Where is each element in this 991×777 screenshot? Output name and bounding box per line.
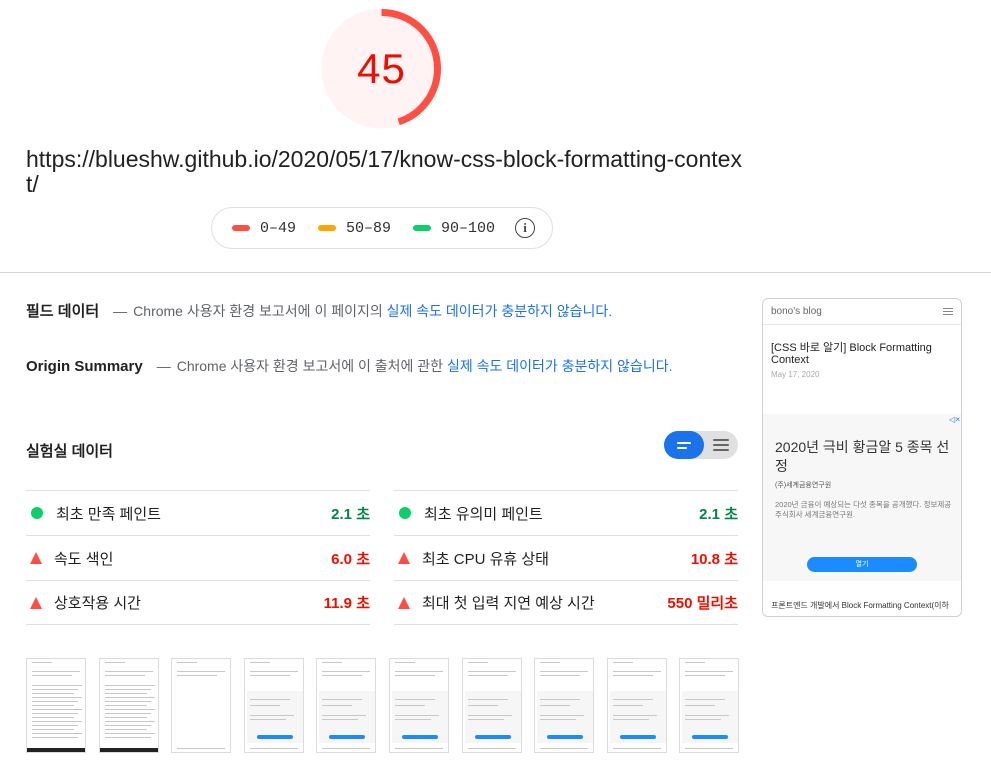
metric-label: 최대 첫 입력 지연 예상 시간	[422, 595, 595, 612]
ad-subtitle: (주)세계금융연구원	[775, 482, 832, 489]
metric-label: 최초 만족 페인트	[56, 505, 161, 523]
screenshot-post-title: [CSS 바로 알기] Block Formatting Context	[771, 342, 932, 366]
fail-triangle-icon	[30, 596, 42, 609]
filmstrip-frame	[679, 658, 740, 753]
metric-value: 2.1 초	[699, 505, 738, 523]
metric-row: 속도 색인 6.0 초	[26, 535, 370, 580]
screenshot-blog-name: bono's blog	[771, 306, 822, 317]
metric-row: 최초 CPU 유휴 상태 10.8 초	[394, 535, 738, 580]
metric-value: 6.0 초	[331, 550, 370, 568]
section-divider	[0, 272, 991, 273]
legend-swatch-pass	[413, 225, 432, 231]
filmstrip	[26, 658, 740, 753]
view-toggle	[664, 431, 738, 459]
metric-label: 최초 CPU 유휴 상태	[422, 550, 549, 568]
filmstrip-frame	[243, 658, 304, 753]
field-data-link[interactable]: 실제 속도 데이터가 충분하지 않습니다.	[387, 301, 613, 321]
metric-label: 속도 색인	[54, 550, 114, 568]
filmstrip-frame	[98, 658, 159, 753]
metric-row: 최초 만족 페인트 2.1 초	[26, 490, 370, 535]
lab-data-title: 실험실 데이터	[26, 443, 113, 460]
screenshot-header: bono's blog	[763, 299, 961, 325]
origin-summary-text: Chrome 사용자 환경 보고서에 이 출처에 관한	[176, 358, 444, 374]
metric-row: 상호작용 시간 11.9 초	[26, 580, 370, 625]
screenshot-post-date: May 17, 2020	[771, 370, 820, 379]
metric-row: 최대 첫 입력 지연 예상 시간 550 밀리초	[394, 580, 738, 625]
hamburger-menu-icon	[943, 306, 953, 317]
origin-summary-dash: —	[156, 358, 171, 374]
ad-choices-icon: ◁×	[949, 415, 960, 424]
origin-summary-row: Origin Summary — Chrome 사용자 환경 보고서에 이 출처…	[26, 356, 672, 376]
metric-value: 550 밀리초	[667, 595, 738, 612]
legend-swatch-fail	[232, 225, 250, 231]
pass-dot-icon	[31, 507, 43, 519]
fail-triangle-icon	[398, 552, 410, 564]
metric-value: 10.8 초	[690, 550, 738, 568]
legend-label-pass: 90–100	[441, 219, 496, 237]
legend-item-average: 50–89	[318, 220, 391, 237]
legend-label-average: 50–89	[346, 219, 392, 237]
ad-description: 2020년 금융이 예상되는 다섯 종목을 공개했다. 정보제공 주식회사 세계…	[775, 500, 952, 519]
filmstrip-frame	[316, 658, 377, 753]
screenshot-footer-text: 프론트엔드 개발에서 Block Formatting Context(이하	[771, 601, 949, 610]
metric-label: 최초 유의미 페인트	[424, 505, 543, 523]
compact-view-button[interactable]	[664, 431, 704, 459]
ad-title: 2020년 극비 황금알 5 종목 선정	[775, 439, 950, 474]
field-data-dash: —	[113, 303, 128, 319]
metric-value: 11.9 초	[323, 595, 370, 612]
expanded-view-button[interactable]	[704, 431, 738, 459]
score-legend: 0–49 50–89 90–100 i	[211, 207, 553, 249]
legend-label-fail: 0–49	[260, 219, 297, 237]
final-screenshot: bono's blog [CSS 바로 알기] Block Formatting…	[762, 298, 962, 617]
metric-row: 최초 유의미 페인트 2.1 초	[394, 490, 738, 535]
legend-item-pass: 90–100	[413, 220, 495, 237]
filmstrip-frame	[606, 658, 667, 753]
info-icon[interactable]: i	[515, 218, 536, 238]
tested-url: https://blueshw.github.io/2020/05/17/kno…	[26, 146, 742, 197]
filmstrip-frame	[171, 658, 232, 753]
filmstrip-frame	[461, 658, 522, 753]
metrics-column-right: 최초 유의미 페인트 2.1 초최초 CPU 유휴 상태 10.8 초최대 첫 입력…	[394, 490, 738, 625]
filmstrip-frame	[534, 658, 595, 753]
field-data-row: 필드 데이터 — Chrome 사용자 환경 보고서에 이 페이지의 실제 속도…	[26, 300, 612, 321]
screenshot-ad: ◁× 2020년 극비 황금알 5 종목 선정 (주)세계금융연구원 2020년…	[763, 414, 961, 581]
field-data-text: Chrome 사용자 환경 보고서에 이 페이지의	[133, 303, 383, 319]
origin-summary-link[interactable]: 실제 속도 데이터가 충분하지 않습니다.	[447, 356, 673, 376]
fail-triangle-icon	[398, 596, 410, 609]
field-data-title: 필드 데이터	[26, 303, 100, 320]
legend-item-fail: 0–49	[232, 220, 296, 237]
performance-score-gauge: 45	[321, 8, 442, 129]
metric-value: 2.1 초	[331, 505, 370, 523]
origin-summary-title: Origin Summary	[26, 358, 143, 375]
legend-swatch-average	[318, 225, 337, 231]
filmstrip-frame	[26, 658, 86, 753]
fail-triangle-icon	[30, 552, 42, 564]
pass-dot-icon	[399, 507, 411, 519]
ad-open-button: 열기	[807, 557, 917, 572]
performance-score: 45	[357, 45, 406, 92]
metrics-column-left: 최초 만족 페인트 2.1 초속도 색인 6.0 초상호작용 시간 11.9 초	[26, 490, 370, 625]
filmstrip-frame	[389, 658, 449, 753]
metric-label: 상호작용 시간	[54, 595, 141, 612]
